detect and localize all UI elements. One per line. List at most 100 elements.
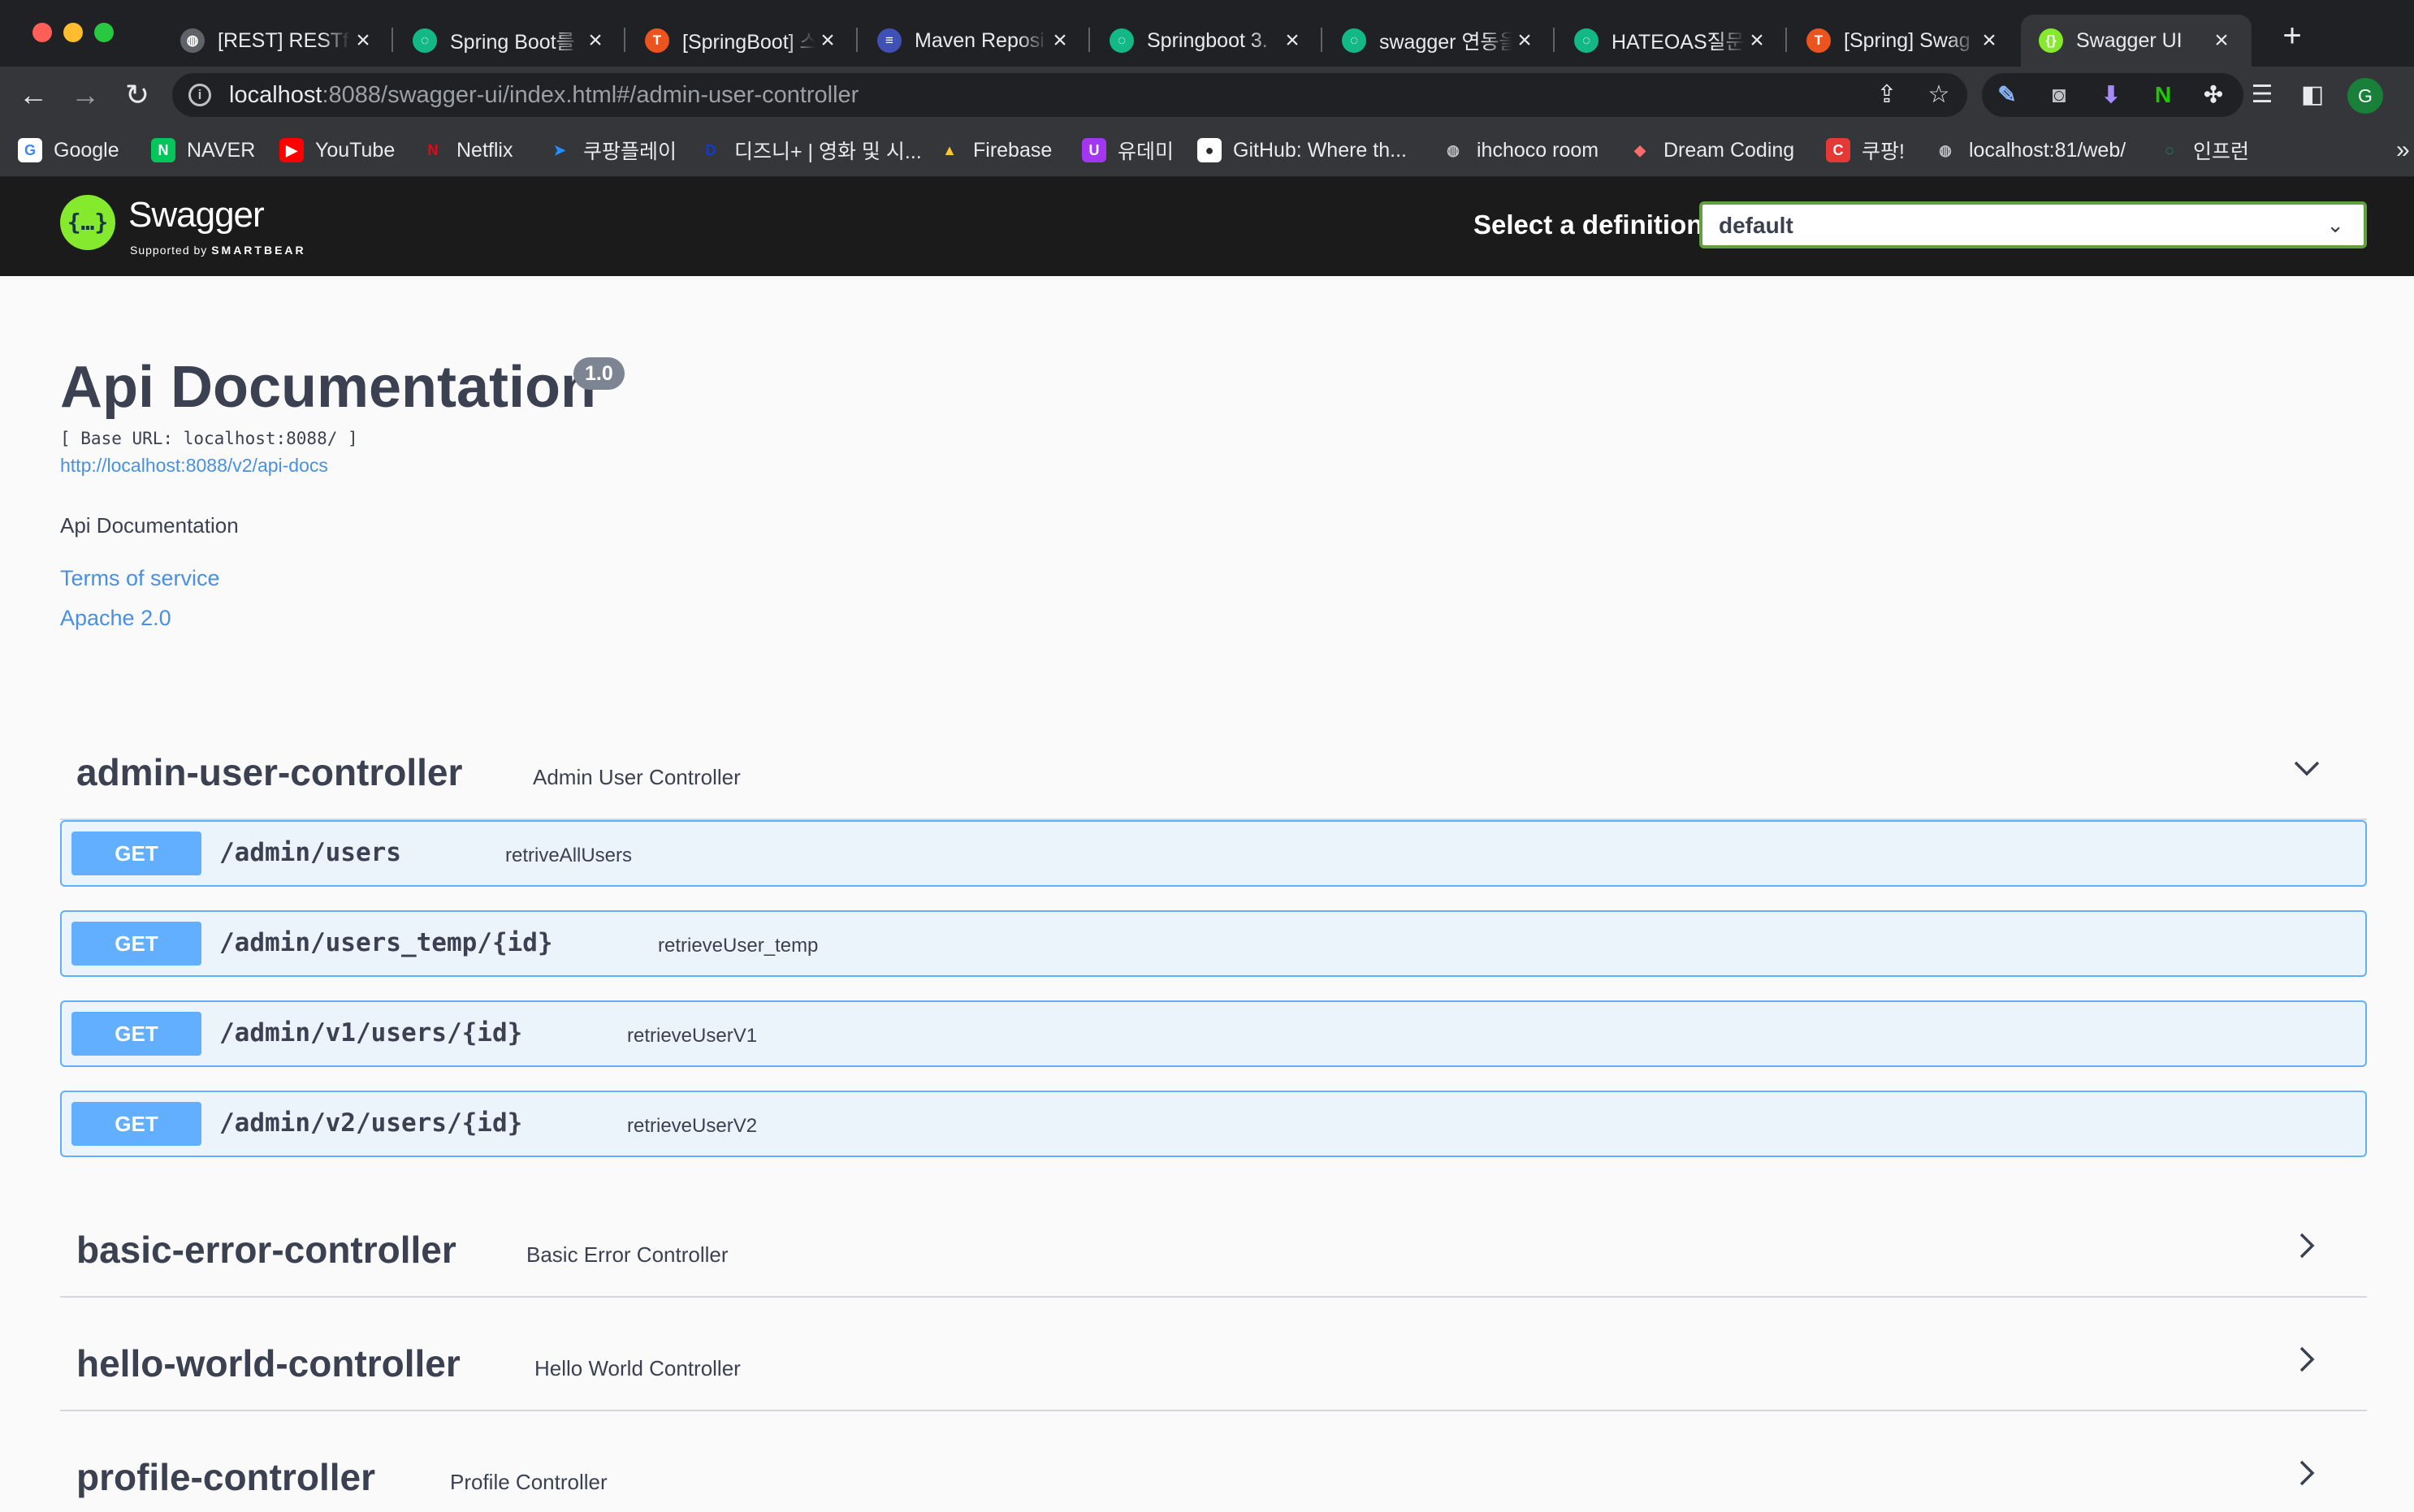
close-icon[interactable]: × [1977, 28, 2001, 53]
download-extension-icon[interactable]: ⬇ [2096, 80, 2126, 110]
bookmarks-bar: G Google N NAVER ▶ YouTube N Netflix ➤ 쿠팡플레이 D 디즈니+… [0, 123, 2414, 177]
controller-header-hello-world-controller[interactable]: hello-world-controller Hello World Contro… [60, 1311, 2367, 1411]
browser-toolbar: ← → ↻ i localhost:8088/swagger-ui/index.… [0, 67, 2414, 123]
tab-title: HATEOAS질문 [1611, 31, 1745, 54]
tab[interactable]: ≡ Maven Reposi × [859, 15, 1090, 67]
browser-tab-strip: ◍ [REST] RESTful × ◌ Spring Boot를 × T [SpringBo… [0, 0, 2414, 67]
bookmark-item[interactable]: N Netflix [421, 135, 513, 166]
window-close-button[interactable] [32, 23, 52, 42]
http-method-badge: GET [71, 1102, 201, 1146]
new-tab-button[interactable]: + [2274, 18, 2310, 54]
naver-extension-icon[interactable]: N [2148, 80, 2178, 110]
bookmark-item[interactable]: ➤ 쿠팡플레이 [547, 135, 677, 166]
close-icon[interactable]: × [351, 28, 375, 53]
bookmark-item[interactable]: U 유데미 [1082, 135, 1174, 166]
chevron-right-icon[interactable] [2291, 1343, 2323, 1376]
tab-separator [856, 28, 858, 52]
back-arrow-icon[interactable]: ← [16, 78, 50, 112]
license-link[interactable]: Apache 2.0 [60, 606, 171, 631]
close-icon[interactable]: × [815, 28, 840, 53]
bookmark-star-icon[interactable]: ☆ [1923, 80, 1954, 110]
controller-header-admin-user-controller[interactable]: admin-user-controller Admin User Controll… [60, 719, 2367, 820]
terms-of-service-link[interactable]: Terms of service [60, 566, 220, 591]
chevron-right-icon[interactable] [2291, 1229, 2323, 1262]
bookmark-item[interactable]: D 디즈니+ | 영화 및 시... [699, 135, 922, 166]
bookmark-item[interactable]: ◍ localhost:81/web/ [1933, 135, 2126, 166]
url-text[interactable]: localhost:8088/swagger-ui/index.html#/ad… [229, 82, 859, 109]
bookmarks-overflow-icon[interactable]: » [2396, 136, 2410, 164]
close-icon[interactable]: × [1512, 28, 1537, 53]
globe-icon: ◍ [1441, 138, 1465, 162]
swagger-logo-text[interactable]: Swagger [128, 195, 265, 235]
controller-name: profile-controller [76, 1456, 376, 1498]
forward-arrow-icon[interactable]: → [68, 78, 102, 112]
operation-get[interactable]: GET/admin/users retriveAllUsers [60, 820, 2367, 887]
operation-get[interactable]: GET/admin/users_temp/{id} retrieveUser_te… [60, 910, 2367, 977]
bookmark-label: 쿠팡! [1862, 140, 1905, 163]
close-icon[interactable]: × [1745, 28, 1769, 53]
tab-title: [Spring] Swag [1844, 28, 1971, 52]
tab[interactable]: T [Spring] Swag × [1789, 15, 2019, 67]
base-url: [ Base URL: localhost:8088/ ] [60, 429, 358, 448]
close-icon[interactable]: × [1280, 28, 1304, 53]
firebase-icon: ▲ [937, 138, 962, 162]
api-description: Api Documentation [60, 513, 239, 538]
site-info-icon[interactable]: i [188, 84, 211, 106]
bookmark-label: Dream Coding [1663, 138, 1795, 162]
profile-avatar[interactable]: G [2347, 78, 2383, 114]
tistory-icon: T [645, 28, 669, 53]
tab[interactable]: ◌ Springboot 3. × [1092, 15, 1322, 67]
tab[interactable]: ◌ Spring Boot를 × [395, 15, 625, 67]
version-badge: 1.0 [573, 357, 625, 390]
tab[interactable]: ◌ HATEOAS질문 × [1556, 15, 1787, 67]
coupangplay-icon: ➤ [547, 138, 572, 162]
bookmark-label: GitHub: Where th... [1233, 138, 1407, 162]
google-icon: G [18, 138, 42, 162]
controller-name: admin-user-controller [76, 751, 463, 793]
reload-icon[interactable]: ↻ [120, 78, 154, 112]
color-picker-extension-icon[interactable]: ✎ [1992, 80, 2022, 110]
operation-get[interactable]: GET/admin/v2/users/{id} retrieveUserV2 [60, 1091, 2367, 1157]
chevron-down-icon[interactable] [2291, 752, 2323, 784]
definition-select[interactable]: default ⌄ [1699, 201, 2367, 248]
bookmark-item[interactable]: ◍ ihchoco room [1441, 135, 1599, 166]
api-docs-link[interactable]: http://localhost:8088/v2/api-docs [60, 455, 328, 477]
operation-get[interactable]: GET/admin/v1/users/{id} retrieveUserV1 [60, 1000, 2367, 1067]
tab[interactable]: T [SpringBoot] 스 × [627, 15, 858, 67]
tab[interactable]: ◌ swagger 연동을 × [1324, 15, 1555, 67]
camera-extension-icon[interactable]: ◙ [2044, 80, 2074, 110]
bookmark-item[interactable]: C 쿠팡! [1826, 135, 1905, 166]
close-icon[interactable]: × [583, 28, 608, 53]
tab-title: swagger 연동을 [1379, 31, 1512, 54]
close-icon[interactable]: × [2209, 28, 2234, 53]
tab-title: Swagger UI [2076, 28, 2183, 52]
controller-header-profile-controller[interactable]: profile-controller Profile Controller [60, 1424, 2367, 1512]
chevron-right-icon[interactable] [2291, 1457, 2323, 1489]
bookmark-item[interactable]: ● GitHub: Where th... [1197, 135, 1407, 166]
tab[interactable]: ◍ [REST] RESTful × [162, 15, 393, 67]
operation-path: /admin/users_temp/{id} [219, 928, 553, 957]
bookmark-item[interactable]: ◌ 인프런 [2157, 135, 2249, 166]
bookmark-item[interactable]: N NAVER [151, 135, 255, 166]
controller-header-basic-error-controller[interactable]: basic-error-controller Basic Error Contro… [60, 1197, 2367, 1298]
bookmark-label: 디즈니+ | 영화 및 시... [734, 140, 922, 163]
bookmark-item[interactable]: ▶ YouTube [279, 135, 395, 166]
bookmark-label: Firebase [973, 138, 1053, 162]
bookmark-item[interactable]: G Google [18, 135, 119, 166]
window-zoom-button[interactable] [94, 23, 114, 42]
bookmark-item[interactable]: ▲ Firebase [937, 135, 1052, 166]
tab-active[interactable]: {} Swagger UI × [2021, 15, 2252, 67]
share-icon[interactable]: ⇪ [1871, 80, 1902, 110]
coupang-icon: C [1826, 138, 1850, 162]
side-panel-icon[interactable]: ◧ [2295, 78, 2330, 112]
close-icon[interactable]: × [1048, 28, 1072, 53]
reading-list-icon[interactable]: ☰ [2245, 78, 2279, 112]
tab-separator [1785, 28, 1787, 52]
extensions-puzzle-icon[interactable]: ✣ [2198, 80, 2229, 110]
swagger-logo-icon[interactable]: {…} [60, 195, 115, 250]
youtube-icon: ▶ [279, 138, 304, 162]
window-minimize-button[interactable] [63, 23, 83, 42]
address-bar[interactable]: i localhost:8088/swagger-ui/index.html#/… [172, 73, 1967, 117]
controller-name: hello-world-controller [76, 1342, 461, 1385]
bookmark-item[interactable]: ◆ Dream Coding [1628, 135, 1794, 166]
